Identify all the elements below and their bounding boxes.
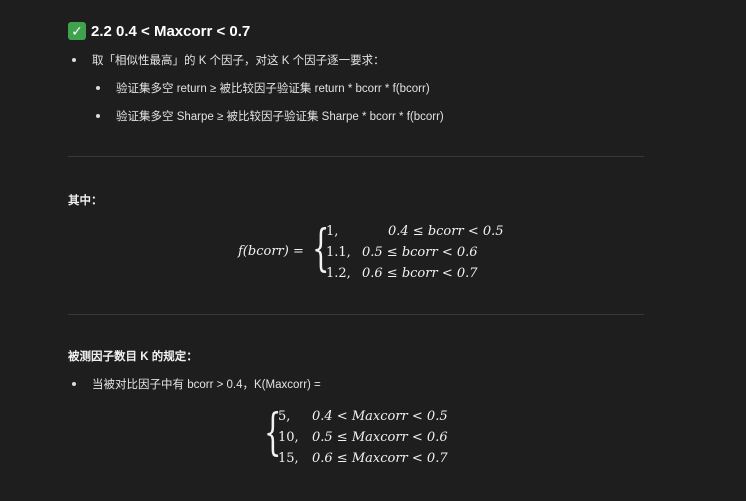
case-value: 1.2, <box>326 266 351 281</box>
check-mark-icon: ✓ <box>68 22 86 40</box>
case-condition-text: 0.4 < Maxcorr < 0.5 <box>312 409 448 424</box>
k-rule-text: 当被对比因子中有 bcorr > 0.4，K(Maxcorr) = <box>92 379 321 391</box>
case-value: 1, <box>326 224 339 239</box>
case-condition-text: 0.5 ≤ Maxcorr < 0.6 <box>312 430 448 445</box>
case-condition: 0.4 < Maxcorr < 0.5 <box>312 409 448 424</box>
formula-lhs-text: f(bcorr) = <box>238 244 304 259</box>
divider <box>68 156 644 157</box>
list-item-requirement-sharpe: 验证集多空 Sharpe ≥ 被比较因子验证集 Sharpe * bcorr *… <box>96 108 444 124</box>
section-label-where: 其中： <box>68 195 103 207</box>
case-condition: 0.6 ≤ Maxcorr < 0.7 <box>312 451 448 466</box>
case-value: 15, <box>278 451 299 466</box>
case-condition-text: 0.6 ≤ bcorr < 0.7 <box>362 266 478 281</box>
section-heading: ✓ 2.2 0.4 < Maxcorr < 0.7 <box>68 20 250 42</box>
bullet-dot-icon <box>96 86 100 90</box>
section-label-k-rule: 被测因子数目 K 的规定： <box>68 351 198 363</box>
case-condition-text: 0.5 ≤ bcorr < 0.6 <box>362 245 478 260</box>
bullet-dot-icon <box>72 382 76 386</box>
case-value: 5, <box>278 409 291 424</box>
document-content: ✓ 2.2 0.4 < Maxcorr < 0.7 取「相似性最高」的 K 个因… <box>0 0 746 501</box>
case-condition-text: 0.6 ≤ Maxcorr < 0.7 <box>312 451 448 466</box>
case-condition-text: 0.4 ≤ bcorr < 0.5 <box>388 224 504 239</box>
heading-title: 2.2 0.4 < Maxcorr < 0.7 <box>91 22 251 40</box>
requirement-text: 验证集多空 Sharpe ≥ 被比较因子验证集 Sharpe * bcorr *… <box>116 111 444 123</box>
case-condition: 0.6 ≤ bcorr < 0.7 <box>362 266 478 281</box>
bullet-dot-icon <box>96 114 100 118</box>
list-item-requirement-return: 验证集多空 return ≥ 被比较因子验证集 return * bcorr *… <box>96 80 430 96</box>
divider <box>68 314 644 315</box>
case-condition: 0.5 ≤ bcorr < 0.6 <box>362 245 478 260</box>
list-item-intro: 取「相似性最高」的 K 个因子，对这 K 个因子逐一要求： <box>72 52 385 68</box>
list-item-k-rule: 当被对比因子中有 bcorr > 0.4，K(Maxcorr) = <box>72 376 321 392</box>
requirement-text: 验证集多空 return ≥ 被比较因子验证集 return * bcorr *… <box>116 83 430 95</box>
case-value: 10, <box>278 430 299 445</box>
case-condition: 0.4 ≤ bcorr < 0.5 <box>388 224 504 239</box>
case-value: 1.1, <box>326 245 351 260</box>
bullet-dot-icon <box>72 58 76 62</box>
intro-text: 取「相似性最高」的 K 个因子，对这 K 个因子逐一要求： <box>92 55 385 67</box>
case-condition: 0.5 ≤ Maxcorr < 0.6 <box>312 430 448 445</box>
formula-lhs: f(bcorr) = <box>238 244 304 259</box>
